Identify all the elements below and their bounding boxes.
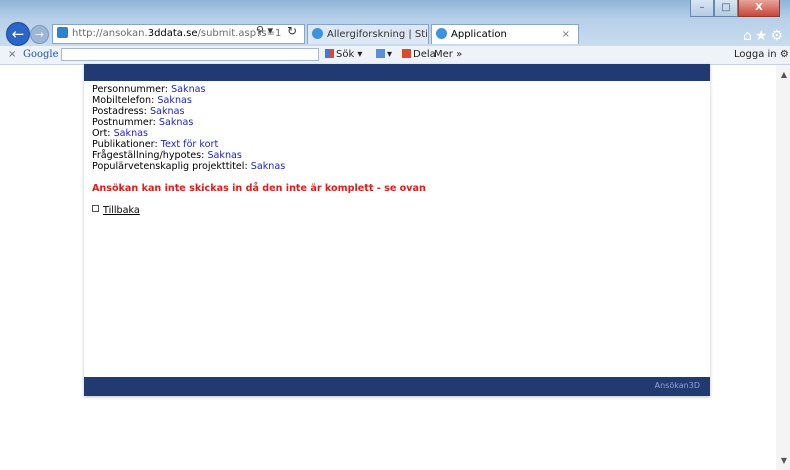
bullet-icon [92,205,99,212]
back-row: Tillbaka [92,205,692,216]
tab-close-icon[interactable]: × [562,25,570,44]
field-label: Publikationer: [92,139,158,150]
minimize-button[interactable]: – [690,0,714,17]
page-header-bar [84,64,710,81]
vertical-scrollbar[interactable] [776,65,790,470]
page-footer-bar: Ansökan3D [84,377,710,396]
google-search-icon [325,49,334,58]
google-search-input[interactable] [61,48,319,61]
field-value: Saknas [250,161,286,172]
back-link[interactable]: Tillbaka [103,205,140,216]
field-value: Saknas [113,128,149,139]
field-postnummer: Postnummer: Saknas [92,117,692,128]
close-window-button[interactable]: X [738,0,780,17]
ie-page-icon [436,28,447,39]
scroll-up-icon[interactable]: ▲ [781,70,787,79]
login-button[interactable]: Logga in ⚙ [734,46,789,64]
more-button[interactable]: Mer » [434,46,462,64]
wrench-icon: ⚙ [779,49,789,60]
share-button[interactable]: Dela [402,46,436,64]
scroll-down-icon[interactable]: ▼ [781,456,787,465]
field-value: Text för kort [160,139,219,150]
toolbar-icons: ⌂★⚙ [743,28,786,44]
gear-icon[interactable]: ⚙ [770,28,786,44]
field-projekttitel: Populärvetenskaplig projekttitel: Saknas [92,161,692,172]
google-plus-label: ▾ [387,49,393,60]
home-icon[interactable]: ⌂ [743,28,755,44]
google-plus-button[interactable]: ▾ [376,46,392,64]
field-postadress: Postadress: Saknas [92,106,692,117]
field-value: Saknas [149,106,185,117]
field-publikationer: Publikationer: Text för kort [92,139,692,150]
maximize-button[interactable]: □ [714,0,738,17]
field-value: Saknas [158,117,194,128]
incomplete-error-message: Ansökan kan inte skickas in då den inte … [92,183,426,194]
back-arrow-icon: ← [11,25,25,43]
back-button[interactable]: ← [6,22,30,46]
field-ort: Ort: Saknas [92,128,692,139]
page-icon [57,27,68,38]
forward-arrow-icon: → [34,28,45,41]
field-label: Postadress: [92,106,147,117]
browser-titlebar: ← → http://ansokan.3ddata.se/submit.asp?… [0,0,790,46]
google-search-button[interactable]: Sök ▾ [325,46,362,64]
field-label: Mobiltelefon: [92,95,155,106]
field-mobiltelefon: Mobiltelefon: Saknas [92,95,692,106]
field-label: Frågeställning/hypotes: [92,150,205,161]
field-label: Ort: [92,128,111,139]
toolbar-close-icon[interactable]: × [8,46,16,64]
favorites-star-icon[interactable]: ★ [755,28,771,44]
tab-allergiforskning[interactable]: Allergiforskning | Stiftelsen Ast... [307,24,429,44]
forward-button[interactable]: → [30,25,49,44]
tab-label: Application [451,29,507,40]
field-fragestallning: Frågeställning/hypotes: Saknas [92,150,692,161]
address-domain: 3ddata.se [147,28,198,39]
google-toolbar: × Google Sök ▾ ▾ Dela Mer » Logga in ⚙ [0,46,790,65]
field-label: Populärvetenskaplig projekttitel: [92,161,248,172]
field-value: Saknas [171,84,206,95]
share-label: Dela [413,49,436,60]
plus-icon [376,49,385,58]
submission-status: Personnummer: Saknas Mobiltelefon: Sakna… [92,84,692,216]
ie-page-icon [312,28,323,39]
tab-application[interactable]: Application × [431,24,579,44]
footer-brand: Ansökan3D [654,381,700,390]
field-value: Saknas [207,150,242,161]
field-label: Personnummer: [92,84,169,95]
tab-label: Allergiforskning | Stiftelsen Ast... [327,29,428,40]
search-icon[interactable]: ⚲ ▾ [256,24,273,37]
application-page: Personnummer: Saknas Mobiltelefon: Sakna… [84,64,710,396]
login-label: Logga in [734,49,777,60]
address-prefix: http://ansokan. [72,28,148,39]
google-logo: Google [23,49,59,60]
field-value: Saknas [157,95,192,106]
window-controls: – □ X [690,0,780,18]
share-icon [402,49,411,58]
refresh-icon[interactable]: ↻ [287,24,297,38]
google-search-label: Sök ▾ [336,49,363,60]
field-label: Postnummer: [92,117,156,128]
field-personnummer: Personnummer: Saknas [92,84,692,95]
